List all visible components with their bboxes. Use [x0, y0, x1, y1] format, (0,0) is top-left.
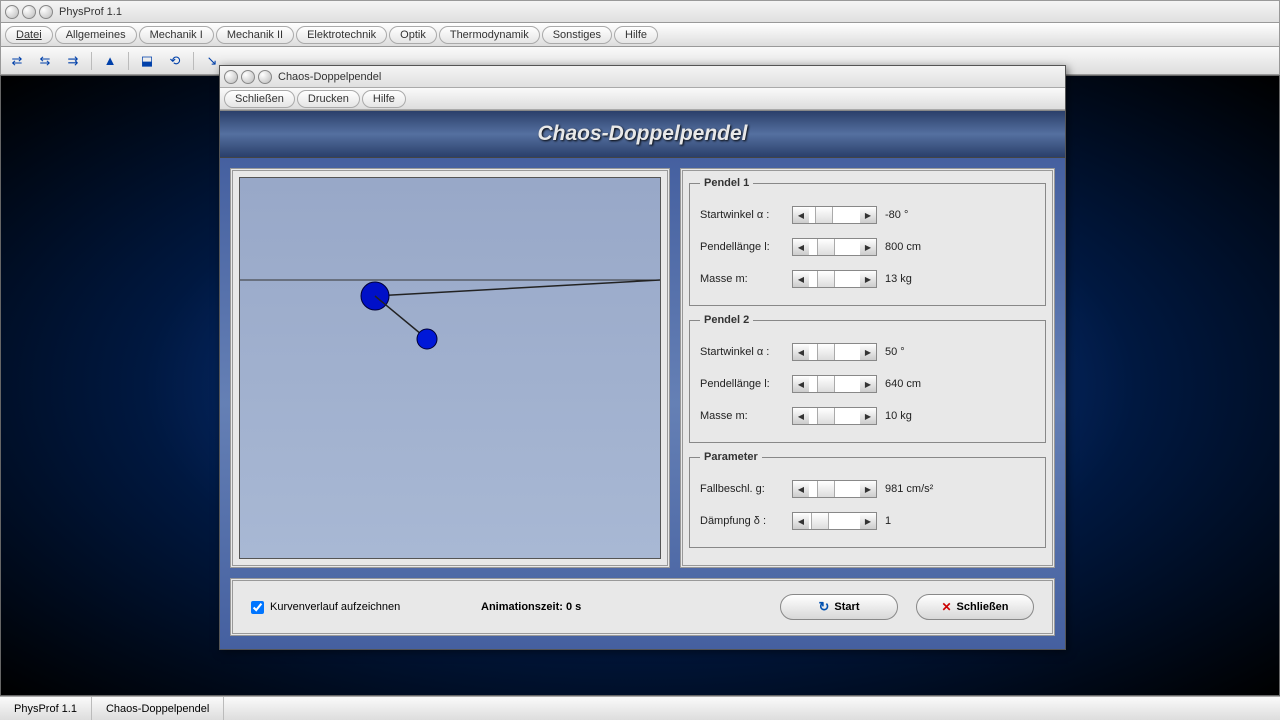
- spin-right-icon[interactable]: ▶: [860, 513, 876, 529]
- spin-right-icon[interactable]: ▶: [860, 481, 876, 497]
- spinner-p2-startwinkel[interactable]: ◀▶: [792, 343, 877, 361]
- sub-window: Chaos-Doppelpendel Schließen Drucken Hil…: [219, 65, 1066, 650]
- start-button[interactable]: ↻ Start: [780, 594, 898, 620]
- value-p1-masse: 13 kg: [885, 273, 912, 285]
- menu-mechanik-1[interactable]: Mechanik I: [139, 26, 214, 44]
- spin-left-icon[interactable]: ◀: [793, 207, 809, 223]
- label-p1-startwinkel: Startwinkel α :: [700, 209, 792, 221]
- banner: Chaos-Doppelpendel: [220, 110, 1065, 158]
- label-p2-masse: Masse m:: [700, 410, 792, 422]
- spinner-p1-masse[interactable]: ◀▶: [792, 270, 877, 288]
- spinner-p2-masse[interactable]: ◀▶: [792, 407, 877, 425]
- window-control-icon[interactable]: [39, 5, 53, 19]
- spin-left-icon[interactable]: ◀: [793, 376, 809, 392]
- label-p2-startwinkel: Startwinkel α :: [700, 346, 792, 358]
- value-p1-startwinkel: -80 °: [885, 209, 908, 221]
- window-control-icon[interactable]: [258, 70, 272, 84]
- spin-right-icon[interactable]: ▶: [860, 239, 876, 255]
- simulation-panel: [230, 168, 670, 568]
- window-control-icon[interactable]: [22, 5, 36, 19]
- menu-optik[interactable]: Optik: [389, 26, 437, 44]
- sub-content: Pendel 1 Startwinkel α : ◀▶ -80 ° Pendel…: [220, 158, 1065, 649]
- checkbox-kurvenverlauf[interactable]: Kurvenverlauf aufzeichnen: [251, 601, 451, 614]
- value-g: 981 cm/s²: [885, 483, 933, 495]
- sub-menu-schliessen[interactable]: Schließen: [224, 90, 295, 108]
- spin-right-icon[interactable]: ▶: [860, 344, 876, 360]
- value-damp: 1: [885, 515, 891, 527]
- legend-parameter: Parameter: [700, 451, 762, 463]
- simulation-canvas: [239, 177, 661, 559]
- sub-menu-drucken[interactable]: Drucken: [297, 90, 360, 108]
- spinner-p2-laenge[interactable]: ◀▶: [792, 375, 877, 393]
- menu-mechanik-2[interactable]: Mechanik II: [216, 26, 294, 44]
- close-button[interactable]: ✕ Schließen: [916, 594, 1034, 620]
- window-control-icon[interactable]: [241, 70, 255, 84]
- menu-datei[interactable]: Datei: [5, 26, 53, 44]
- window-control-icon[interactable]: [224, 70, 238, 84]
- status-cell-window: Chaos-Doppelpendel: [92, 697, 224, 720]
- spin-left-icon[interactable]: ◀: [793, 239, 809, 255]
- status-cell-app: PhysProf 1.1: [0, 697, 92, 720]
- label-g: Fallbeschl. g:: [700, 483, 792, 495]
- menu-sonstiges[interactable]: Sonstiges: [542, 26, 612, 44]
- toolbar-icon[interactable]: ⇉: [63, 52, 83, 70]
- spin-left-icon[interactable]: ◀: [793, 344, 809, 360]
- sub-window-titlebar: Chaos-Doppelpendel: [220, 66, 1065, 88]
- spinner-damp[interactable]: ◀▶: [792, 512, 877, 530]
- value-p2-startwinkel: 50 °: [885, 346, 905, 358]
- menu-elektrotechnik[interactable]: Elektrotechnik: [296, 26, 387, 44]
- spin-right-icon[interactable]: ▶: [860, 376, 876, 392]
- sub-menu-hilfe[interactable]: Hilfe: [362, 90, 406, 108]
- toolbar-icon[interactable]: ⇄: [7, 52, 27, 70]
- spin-left-icon[interactable]: ◀: [793, 271, 809, 287]
- value-p1-laenge: 800 cm: [885, 241, 921, 253]
- main-menubar: Datei Allgemeines Mechanik I Mechanik II…: [0, 23, 1280, 47]
- spin-left-icon[interactable]: ◀: [793, 481, 809, 497]
- main-window-titlebar: PhysProf 1.1: [0, 0, 1280, 23]
- legend-pendel1: Pendel 1: [700, 177, 753, 189]
- spinner-p1-laenge[interactable]: ◀▶: [792, 238, 877, 256]
- checkbox-label: Kurvenverlauf aufzeichnen: [270, 601, 400, 613]
- toolbar-icon[interactable]: ⟲: [165, 52, 185, 70]
- fieldset-parameter: Parameter Fallbeschl. g: ◀▶ 981 cm/s² Dä…: [689, 451, 1046, 548]
- spin-left-icon[interactable]: ◀: [793, 408, 809, 424]
- main-window-title: PhysProf 1.1: [59, 6, 122, 18]
- bottom-panel: Kurvenverlauf aufzeichnen Animationszeit…: [230, 578, 1055, 636]
- value-p2-masse: 10 kg: [885, 410, 912, 422]
- spinner-p1-startwinkel[interactable]: ◀▶: [792, 206, 877, 224]
- parameters-panel: Pendel 1 Startwinkel α : ◀▶ -80 ° Pendel…: [680, 168, 1055, 568]
- spin-left-icon[interactable]: ◀: [793, 513, 809, 529]
- fieldset-pendel1: Pendel 1 Startwinkel α : ◀▶ -80 ° Pendel…: [689, 177, 1046, 306]
- spin-right-icon[interactable]: ▶: [860, 207, 876, 223]
- window-control-icon[interactable]: [5, 5, 19, 19]
- menu-hilfe[interactable]: Hilfe: [614, 26, 658, 44]
- label-p1-masse: Masse m:: [700, 273, 792, 285]
- legend-pendel2: Pendel 2: [700, 314, 753, 326]
- animation-time-label: Animationszeit: 0 s: [481, 601, 581, 613]
- label-p2-laenge: Pendellänge l:: [700, 378, 792, 390]
- sub-window-title: Chaos-Doppelpendel: [278, 71, 381, 83]
- statusbar: PhysProf 1.1 Chaos-Doppelpendel: [0, 696, 1280, 720]
- refresh-icon: ↻: [819, 599, 830, 615]
- toolbar-icon[interactable]: ⇆: [35, 52, 55, 70]
- spinner-g[interactable]: ◀▶: [792, 480, 877, 498]
- menu-allgemeines[interactable]: Allgemeines: [55, 26, 137, 44]
- close-icon: ✕: [941, 600, 951, 614]
- spin-right-icon[interactable]: ▶: [860, 271, 876, 287]
- fieldset-pendel2: Pendel 2 Startwinkel α : ◀▶ 50 ° Pendell…: [689, 314, 1046, 443]
- value-p2-laenge: 640 cm: [885, 378, 921, 390]
- menu-thermodynamik[interactable]: Thermodynamik: [439, 26, 540, 44]
- banner-title: Chaos-Doppelpendel: [537, 122, 747, 146]
- checkbox-input[interactable]: [251, 601, 264, 614]
- label-p1-laenge: Pendellänge l:: [700, 241, 792, 253]
- spin-right-icon[interactable]: ▶: [860, 408, 876, 424]
- label-damp: Dämpfung δ :: [700, 515, 792, 527]
- toolbar-icon[interactable]: ⬓: [137, 52, 157, 70]
- toolbar-icon[interactable]: ▲: [100, 52, 120, 70]
- sub-window-menubar: Schließen Drucken Hilfe: [220, 88, 1065, 110]
